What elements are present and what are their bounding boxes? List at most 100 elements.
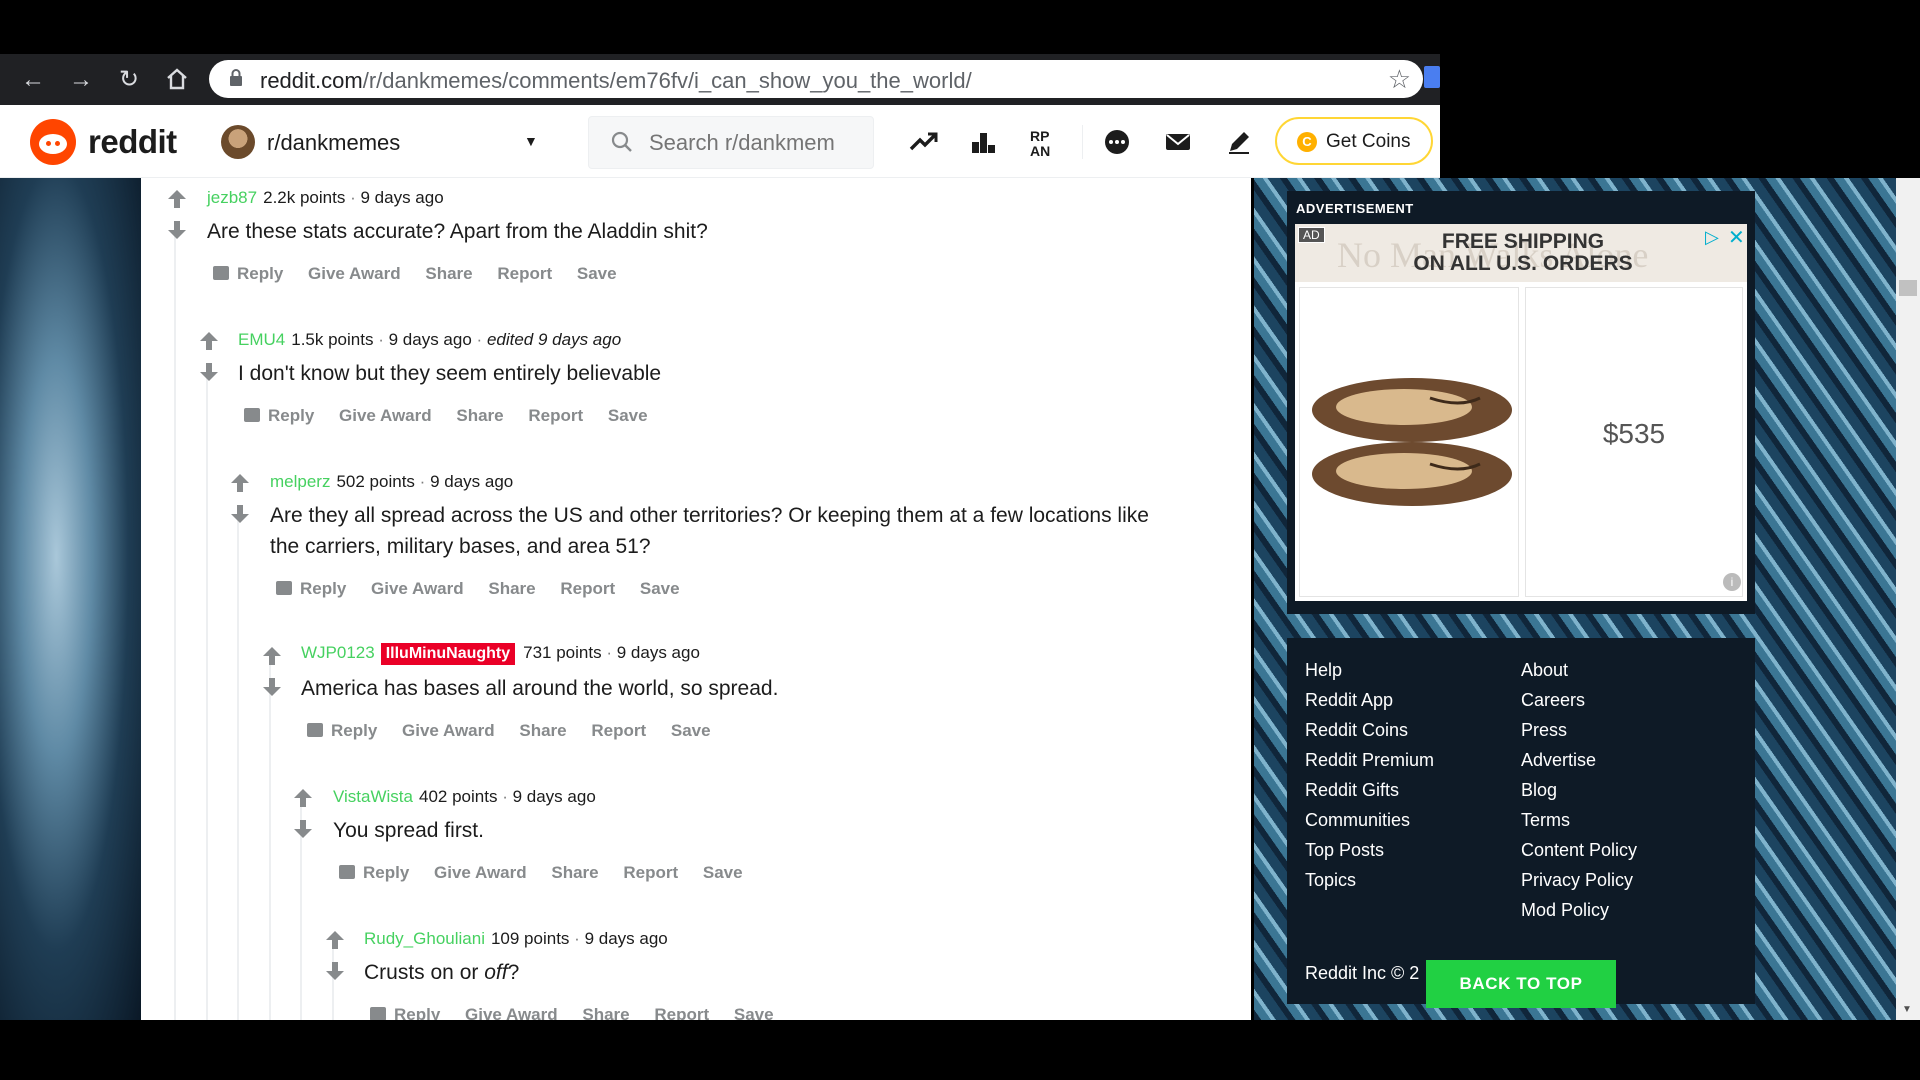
give-award-button[interactable]: Give Award [339,406,432,425]
comment-time[interactable]: 9 days ago [430,472,513,491]
footer-link-reddit-premium[interactable]: Reddit Premium [1305,750,1434,771]
give-award-button[interactable]: Give Award [371,579,464,598]
footer-link-reddit-app[interactable]: Reddit App [1305,690,1393,711]
scroll-down-arrow-icon[interactable]: ▼ [1902,1004,1912,1015]
trending-icon[interactable] [907,125,941,159]
footer-link-reddit-coins[interactable]: Reddit Coins [1305,720,1408,741]
footer-link-reddit-gifts[interactable]: Reddit Gifts [1305,780,1399,801]
save-button[interactable]: Save [734,1005,774,1020]
leaderboard-icon[interactable] [967,125,1001,159]
footer-link-about[interactable]: About [1521,660,1568,681]
save-button[interactable]: Save [608,406,648,425]
report-button[interactable]: Report [654,1005,709,1020]
reply-button[interactable]: Reply [213,264,283,283]
footer-link-terms[interactable]: Terms [1521,810,1570,831]
report-button[interactable]: Report [591,721,646,740]
reddit-wordmark[interactable]: reddit [88,123,177,161]
reply-button[interactable]: Reply [307,721,377,740]
upvote-icon[interactable] [261,645,283,667]
footer-link-communities[interactable]: Communities [1305,810,1410,831]
subreddit-name[interactable]: r/dankmemes [267,130,400,156]
ad-banner[interactable]: No Man Walks Alone FREE SHIPPING ON ALL … [1295,224,1747,282]
upvote-icon[interactable] [198,330,220,352]
reload-icon[interactable]: ↻ [116,67,142,93]
footer-link-help[interactable]: Help [1305,660,1342,681]
comment-time[interactable]: 9 days ago [585,929,668,948]
share-button[interactable]: Share [582,1005,629,1020]
footer-link-careers[interactable]: Careers [1521,690,1585,711]
upvote-icon[interactable] [324,929,346,951]
downvote-icon[interactable] [198,361,220,383]
footer-link-privacy-policy[interactable]: Privacy Policy [1521,870,1633,891]
comment-username[interactable]: Rudy_Ghouliani [364,929,485,948]
share-button[interactable]: Share [425,264,472,283]
search-box[interactable] [588,116,874,169]
save-button[interactable]: Save [703,863,743,882]
downvote-icon[interactable] [261,676,283,698]
give-award-button[interactable]: Give Award [402,721,495,740]
save-button[interactable]: Save [671,721,711,740]
footer-link-top-posts[interactable]: Top Posts [1305,840,1384,861]
save-button[interactable]: Save [577,264,617,283]
upvote-icon[interactable] [229,472,251,494]
comment-username[interactable]: EMU4 [238,330,285,349]
save-button[interactable]: Save [640,579,680,598]
upvote-icon[interactable] [292,787,314,809]
get-coins-button[interactable]: C Get Coins [1275,117,1433,165]
star-icon[interactable]: ☆ [1388,64,1411,95]
chat-icon[interactable] [1100,125,1134,159]
footer-link-press[interactable]: Press [1521,720,1567,741]
ad-creative[interactable]: No Man Walks Alone FREE SHIPPING ON ALL … [1295,224,1747,601]
back-arrow-icon[interactable]: ← [20,67,46,93]
give-award-button[interactable]: Give Award [434,863,527,882]
comment-time[interactable]: 9 days ago [389,330,472,349]
footer-link-content-policy[interactable]: Content Policy [1521,840,1637,861]
give-award-button[interactable]: Give Award [465,1005,558,1020]
downvote-icon[interactable] [166,219,188,241]
share-button[interactable]: Share [456,406,503,425]
address-bar[interactable]: reddit.com/r/dankmemes/comments/em76fv/i… [209,60,1423,98]
thread-line[interactable] [269,661,271,1020]
thread-line[interactable] [237,520,239,1020]
extension-icon[interactable] [1424,66,1440,88]
play-icon[interactable]: ▷ [1705,227,1719,248]
footer-link-blog[interactable]: Blog [1521,780,1557,801]
thread-line[interactable] [174,236,176,1020]
downvote-icon[interactable] [324,960,346,982]
comment-time[interactable]: 9 days ago [513,787,596,806]
footer-link-topics[interactable]: Topics [1305,870,1356,891]
pencil-icon[interactable] [1222,125,1256,159]
share-button[interactable]: Share [488,579,535,598]
reply-button[interactable]: Reply [276,579,346,598]
report-button[interactable]: Report [528,406,583,425]
reply-button[interactable]: Reply [339,863,409,882]
comment-username[interactable]: WJP0123 [301,643,375,662]
comment-time[interactable]: 9 days ago [360,188,443,207]
comment-username[interactable]: melperz [270,472,330,491]
rpan-icon[interactable]: RPAN [1027,125,1061,159]
ad-product-image[interactable] [1299,287,1519,597]
footer-link-advertise[interactable]: Advertise [1521,750,1596,771]
comment-username[interactable]: jezb87 [207,188,257,207]
ad-price-panel[interactable]: $535 [1525,287,1743,597]
reddit-logo-icon[interactable] [30,119,76,165]
comment-username[interactable]: VistaWista [333,787,413,806]
search-input[interactable] [649,129,869,157]
report-button[interactable]: Report [497,264,552,283]
page-scrollbar[interactable]: ▼ [1896,178,1920,1020]
comment-time[interactable]: 9 days ago [617,643,700,662]
chevron-down-icon[interactable]: ▼ [524,133,538,149]
downvote-icon[interactable] [229,503,251,525]
give-award-button[interactable]: Give Award [308,264,401,283]
thread-line[interactable] [206,378,208,1020]
footer-link-mod-policy[interactable]: Mod Policy [1521,900,1609,921]
home-icon[interactable] [164,67,190,93]
back-to-top-button[interactable]: BACK TO TOP [1426,960,1616,1008]
upvote-icon[interactable] [166,188,188,210]
close-icon[interactable]: ✕ [1728,225,1745,250]
info-icon[interactable]: i [1723,573,1741,591]
reply-button[interactable]: Reply [244,406,314,425]
report-button[interactable]: Report [623,863,678,882]
scrollbar-thumb[interactable] [1899,280,1917,296]
reply-button[interactable]: Reply [370,1005,440,1020]
